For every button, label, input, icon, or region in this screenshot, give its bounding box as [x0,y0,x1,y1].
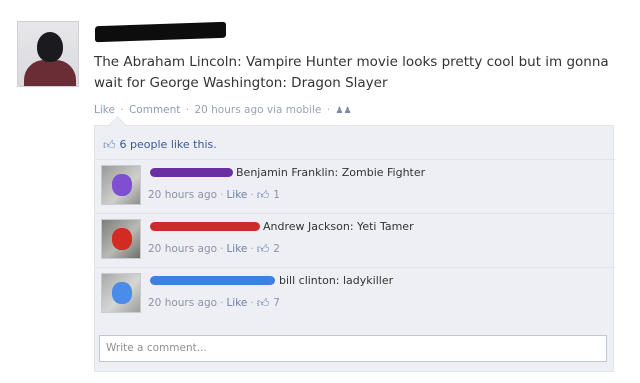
comment-timestamp[interactable]: 20 hours ago [148,297,217,309]
meta-separator: · [326,104,331,116]
meta-separator: · [120,104,124,116]
comment-text: bill clinton: ladykiller [279,274,394,287]
meta-separator: · [250,189,254,201]
people-icon[interactable]: ♟♟ [335,106,351,116]
thumbs-up-icon[interactable]: 👍︎ [257,188,270,203]
comment-meta: 20 hours ago · Like · 👍︎ 7 [148,296,280,311]
post-meta: Like · Comment · 20 hours ago via mobile… [94,104,352,116]
meta-separator: · [250,243,254,255]
post-text: The Abraham Lincoln: Vampire Hunter movi… [94,54,609,91]
post-author-avatar[interactable] [17,21,79,87]
post-timestamp[interactable]: 20 hours ago via mobile [194,104,321,116]
avatar-shirt [24,60,76,86]
post-comment-link[interactable]: Comment [129,104,180,116]
feedback-panel: 👍︎ 6 people like this. Benjamin Franklin:… [94,125,615,372]
comment-item: Andrew Jackson: Yeti Tamer 20 hours ago ·… [95,213,615,261]
meta-separator: · [185,104,190,116]
comment-text: Andrew Jackson: Yeti Tamer [263,220,414,233]
thumbs-up-icon[interactable]: 👍︎ [257,242,270,257]
commenter-avatar[interactable] [101,165,141,205]
comment-item: Benjamin Franklin: Zombie Fighter 20 hou… [95,159,615,207]
likes-summary-text[interactable]: 6 people like this. [120,138,217,151]
comment-item: bill clinton: ladykiller 20 hours ago · Li… [95,267,615,315]
meta-separator: · [250,297,254,309]
likes-summary[interactable]: 👍︎ 6 people like this. [103,138,217,153]
comment-like-link[interactable]: Like [226,243,247,255]
comment-like-link[interactable]: Like [226,189,247,201]
comment-meta: 20 hours ago · Like · 👍︎ 2 [148,242,280,257]
thumbs-up-icon[interactable]: 👍︎ [257,296,270,311]
comment-like-count[interactable]: 7 [273,297,280,309]
comment-timestamp[interactable]: 20 hours ago [148,189,217,201]
commenter-name-redaction [150,168,233,177]
comment-composer[interactable] [99,335,607,362]
author-name-redaction [95,21,226,43]
commenter-name-redaction [150,222,260,231]
avatar-head-blackout [37,32,63,62]
comment-text: Benjamin Franklin: Zombie Fighter [236,166,426,179]
post-like-link[interactable]: Like [94,104,115,116]
comment-like-link[interactable]: Like [226,297,247,309]
avatar-redaction-blot [112,228,132,250]
comment-like-count[interactable]: 2 [273,243,280,255]
commenter-avatar[interactable] [101,219,141,259]
comment-input[interactable] [100,336,602,360]
commenter-avatar[interactable] [101,273,141,313]
comment-like-count[interactable]: 1 [273,189,280,201]
comment-timestamp[interactable]: 20 hours ago [148,243,217,255]
thumbs-up-icon: 👍︎ [103,138,116,152]
commenter-name-redaction [150,276,275,285]
comment-meta: 20 hours ago · Like · 👍︎ 1 [148,188,280,203]
avatar-redaction-blot [112,282,132,304]
avatar-redaction-blot [112,174,132,196]
